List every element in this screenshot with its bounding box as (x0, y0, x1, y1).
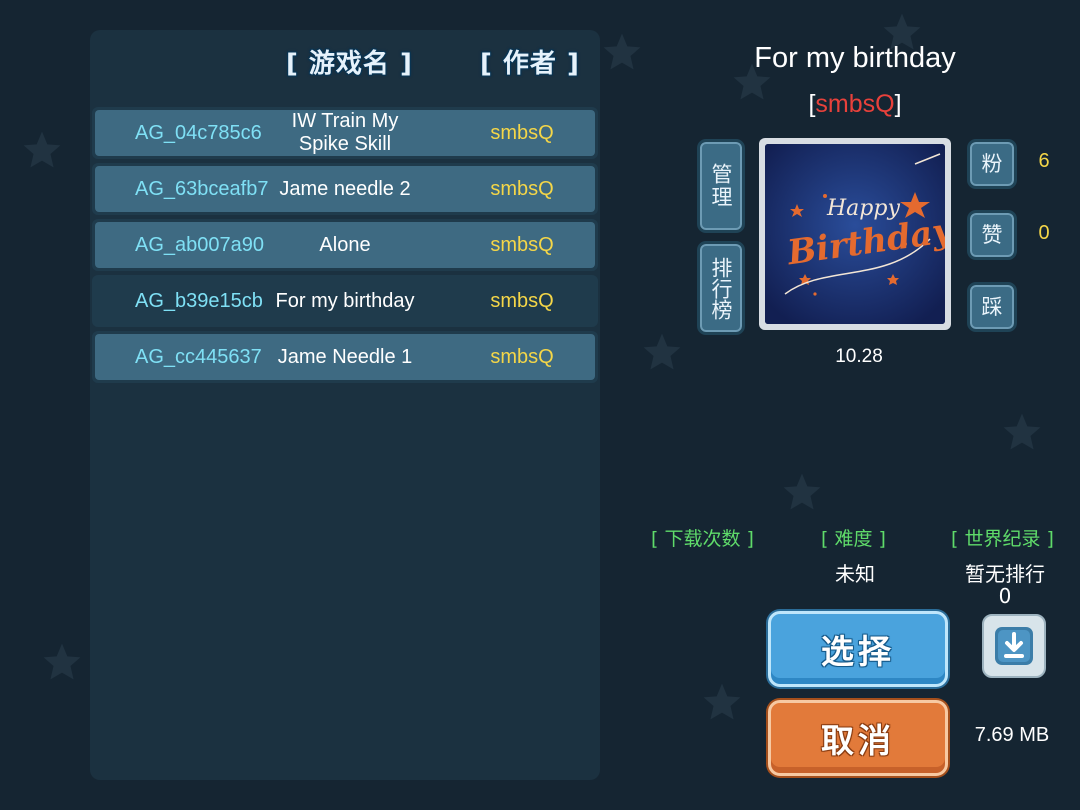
column-header-author: [ 作者 ] (480, 49, 580, 79)
background-star-icon (700, 680, 744, 724)
fans-label: 粉 (981, 152, 1003, 176)
level-date: 10.28 (835, 346, 883, 367)
file-size: 7.69 MB (974, 724, 1050, 746)
level-row[interactable]: AG_ab007a90 Alone smbsQ (92, 219, 598, 271)
level-id: AG_b39e15cb (135, 290, 263, 312)
level-id: AG_63bceafb7 (135, 178, 269, 200)
bracket-close: ] (894, 90, 902, 118)
level-thumbnail-frame: Happy Birthday (759, 138, 951, 330)
cancel-button[interactable]: 取消 (768, 700, 948, 776)
downloads-label: [ 下载次数 ] (651, 528, 754, 550)
like-label: 赞 (981, 223, 1003, 247)
level-author: smbsQ (490, 346, 554, 368)
level-author: smbsQ (490, 122, 554, 144)
level-author: smbsQ (490, 178, 554, 200)
level-name: For my birthday (275, 289, 415, 312)
background-star-icon (20, 128, 64, 172)
world-record-label: [ 世界纪录 ] (951, 528, 1054, 550)
thumbnail-text-happy: Happy (827, 196, 900, 221)
manage-button[interactable]: 管理 (697, 139, 745, 233)
level-author-line: [smbsQ] (700, 90, 1010, 119)
dislike-label: 踩 (981, 295, 1003, 319)
background-star-icon (40, 640, 84, 684)
level-name: Jame needle 2 (279, 177, 411, 200)
level-row[interactable]: AG_63bceafb7 Jame needle 2 smbsQ (92, 163, 598, 215)
background-star-icon (1000, 410, 1044, 454)
background-star-icon (780, 470, 824, 514)
fans-count: 6 (1038, 150, 1050, 172)
background-star-icon (600, 30, 644, 74)
leaderboard-button[interactable]: 排行榜 (697, 241, 745, 335)
level-row-selected[interactable]: AG_b39e15cb For my birthday smbsQ (92, 275, 598, 327)
level-row[interactable]: AG_cc445637 Jame Needle 1 smbsQ (92, 331, 598, 383)
level-title: For my birthday (754, 42, 956, 74)
level-row[interactable]: AG_04c785c6 IW Train My Spike Skill smbs… (92, 107, 598, 159)
level-list: AG_04c785c6 IW Train My Spike Skill smbs… (92, 107, 598, 387)
level-name: IW Train My Spike Skill (291, 110, 399, 155)
fans-button[interactable]: 粉 (967, 139, 1017, 189)
like-button[interactable]: 赞 (967, 210, 1017, 260)
world-record-value: 暂无排行 (965, 562, 1045, 586)
level-name: Alone (319, 233, 371, 256)
level-thumbnail: Happy Birthday (765, 144, 945, 324)
select-button[interactable]: 选择 (768, 611, 948, 687)
leaderboard-label: 排行榜 (709, 256, 733, 320)
world-record-time: 0 (998, 584, 1012, 608)
level-id: AG_cc445637 (135, 346, 262, 368)
level-author: smbsQ (490, 234, 554, 256)
column-header-name: [ 游戏名 ] (286, 49, 413, 79)
level-author: smbsQ (490, 290, 554, 312)
dislike-button[interactable]: 踩 (967, 282, 1017, 332)
level-name: Jame Needle 1 (277, 345, 413, 368)
manage-label: 管理 (709, 163, 733, 209)
like-count: 0 (1038, 222, 1050, 244)
level-id: AG_ab007a90 (135, 234, 265, 256)
difficulty-label: [ 难度 ] (821, 528, 886, 550)
background-star-icon (640, 330, 684, 374)
difficulty-value: 未知 (835, 562, 875, 586)
download-button[interactable] (982, 614, 1046, 678)
download-icon (995, 627, 1033, 665)
level-id: AG_04c785c6 (135, 122, 262, 144)
level-author-name: smbsQ (815, 90, 895, 118)
